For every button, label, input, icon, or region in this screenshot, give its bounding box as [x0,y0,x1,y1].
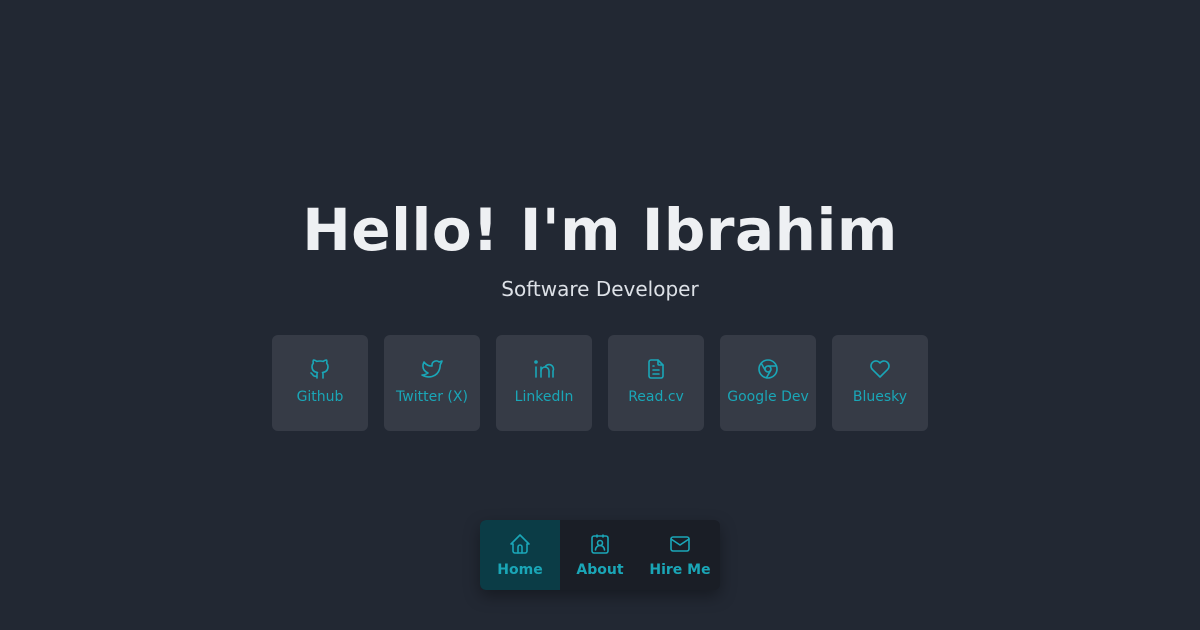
github-icon [308,357,332,381]
dock-item-label: Home [497,562,543,578]
link-card-linkedin[interactable]: LinkedIn [496,335,592,431]
bottom-dock-nav: Home About Hire Me [480,520,720,590]
twitter-icon [420,357,444,381]
dock-item-label: About [576,562,624,578]
dock-item-label: Hire Me [649,562,711,578]
mail-icon [668,532,692,556]
social-links: Github Twitter (X) LinkedIn Read.cv Goog… [272,335,928,431]
link-label: Google Dev [727,389,809,405]
link-card-bluesky[interactable]: Bluesky [832,335,928,431]
page-subtitle: Software Developer [501,277,699,301]
link-label: Twitter (X) [396,389,468,405]
link-card-google-dev[interactable]: Google Dev [720,335,816,431]
dock-item-about[interactable]: About [560,520,640,590]
document-icon [644,357,668,381]
link-label: LinkedIn [514,389,574,405]
link-label: Bluesky [852,389,908,405]
link-label: Github [296,389,344,405]
heart-icon [868,357,892,381]
dock-item-hire-me[interactable]: Hire Me [640,520,720,590]
page-title: Hello! I'm Ibrahim [302,196,898,264]
link-card-readcv[interactable]: Read.cv [608,335,704,431]
user-badge-icon [588,532,612,556]
home-icon [508,532,532,556]
link-card-twitter[interactable]: Twitter (X) [384,335,480,431]
linkedin-icon [532,357,556,381]
chrome-icon [756,357,780,381]
link-card-github[interactable]: Github [272,335,368,431]
dock-item-home[interactable]: Home [480,520,560,590]
link-label: Read.cv [628,389,684,405]
